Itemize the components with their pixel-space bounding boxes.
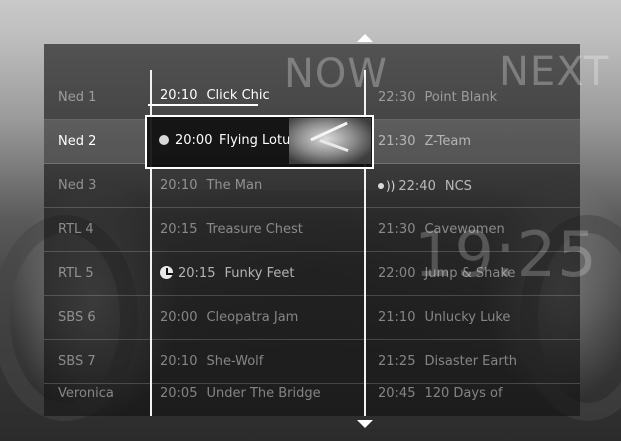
now-title: Under The Bridge [206,386,321,401]
now-time: 20:15 [160,222,198,237]
reminder-clock-icon [160,266,173,279]
now-program[interactable]: 20:05 Under The Bridge [160,372,321,416]
next-program[interactable]: )) 22:40 NCS [378,164,472,208]
now-time: 20:10 [160,88,198,103]
channel-name: Ned 2 [58,134,97,149]
next-program[interactable]: 21:30 Cavewomen [378,208,505,252]
program-guide: NOW NEXT 19:25 Ned 1 22:30 Point Blank Ne… [44,44,608,416]
now-title: Funky Feet [224,266,295,281]
next-title: Cavewomen [424,222,505,237]
now-time: 20:15 [178,266,216,281]
now-program[interactable]: 20:15 Treasure Chest [160,208,303,252]
selected-time: 20:00 [175,133,213,148]
focus-underline [148,104,258,106]
next-time: 22:00 [378,266,416,281]
scroll-up-arrow-icon[interactable] [357,34,373,42]
now-program[interactable]: 20:00 Cleopatra Jam [160,296,298,340]
channel-row-sbs6[interactable]: SBS 6 20:00 Cleopatra Jam 21:10 Unlucky Lu… [44,296,580,340]
channel-row-ned1[interactable]: Ned 1 22:30 Point Blank [44,76,580,120]
now-time: 20:10 [160,354,198,369]
next-time: 21:10 [378,310,416,325]
next-time: 20:45 [378,386,416,401]
channel-name: SBS 6 [58,310,96,325]
scroll-down-arrow-icon[interactable] [357,420,373,428]
tv-guide-screen: NOW NEXT 19:25 Ned 1 22:30 Point Blank Ne… [0,0,621,441]
next-title: Jump & Shake [424,266,516,281]
next-time: 21:25 [378,354,416,369]
now-title: Treasure Chest [206,222,303,237]
now-title: Cleopatra Jam [206,310,299,325]
next-title: Disaster Earth [424,354,518,369]
next-program[interactable]: 22:30 Point Blank [378,76,497,120]
recording-icon [378,183,384,189]
now-program-ned1[interactable]: 20:10 Click Chic [160,88,270,103]
selected-program-box[interactable]: 20:00 Flying Lotus [145,115,374,169]
channel-name: Veronica [58,386,114,401]
next-program[interactable]: 21:10 Unlucky Luke [378,296,510,340]
next-time: 21:30 [378,222,416,237]
now-title: She-Wolf [206,354,264,369]
now-program[interactable]: 20:15 Funky Feet [160,252,294,296]
next-time: 22:30 [378,90,416,105]
channel-name: RTL 4 [58,222,94,237]
thumbnail-detail [319,138,349,153]
channel-name: RTL 5 [58,266,94,281]
channel-name: Ned 3 [58,178,97,193]
thumbnail-detail [310,121,348,142]
next-title: Unlucky Luke [424,310,511,325]
next-title: Z-Team [424,134,472,149]
channel-row-ned3[interactable]: Ned 3 20:10 The Man )) 22:40 NCS [44,164,580,208]
next-time: 21:30 [378,134,416,149]
channel-row-veronica[interactable]: Veronica 20:05 Under The Bridge 20:45 120 … [44,372,580,416]
now-program[interactable]: 20:10 The Man [160,164,262,208]
channel-row-rtl4[interactable]: RTL 4 20:15 Treasure Chest 21:30 Cavewomen [44,208,580,252]
selected-title: Flying Lotus [219,133,298,148]
next-time: 22:40 [398,179,436,194]
now-time: 20:10 [160,178,198,193]
selected-dot-icon [159,135,169,145]
channel-row-rtl5[interactable]: RTL 5 20:15 Funky Feet 22:00 Jump & Shake [44,252,580,296]
next-title: Point Blank [424,90,498,105]
next-program[interactable]: 22:00 Jump & Shake [378,252,515,296]
next-program[interactable]: 21:30 Z-Team [378,120,471,164]
now-time: 20:00 [160,310,198,325]
now-time: 20:05 [160,386,198,401]
now-title: The Man [206,178,263,193]
next-program[interactable]: 20:45 120 Days of [378,372,503,416]
program-thumbnail [289,118,371,164]
next-title: NCS [444,179,472,194]
now-title: Click Chic [206,88,270,103]
next-title: 120 Days of [424,386,503,401]
channel-name: Ned 1 [58,90,97,105]
broadcast-icon: )) [386,179,396,193]
